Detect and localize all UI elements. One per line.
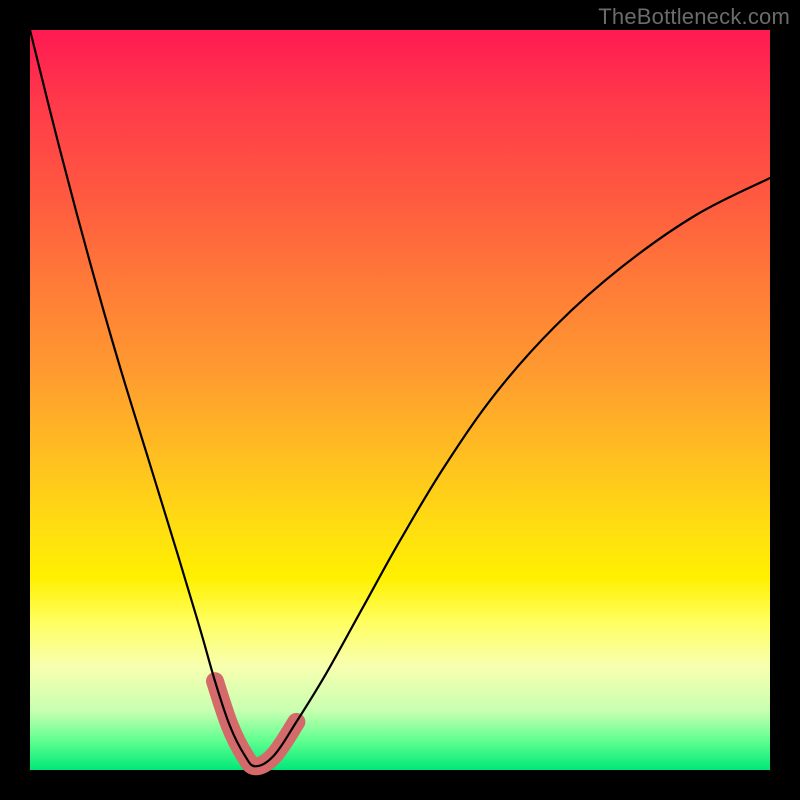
plot-area	[30, 30, 770, 770]
curve-svg	[30, 30, 770, 770]
watermark-text: TheBottleneck.com	[598, 4, 790, 30]
chart-frame: TheBottleneck.com	[0, 0, 800, 800]
bottleneck-curve-path	[30, 30, 770, 766]
valley-highlight-path	[215, 681, 296, 766]
